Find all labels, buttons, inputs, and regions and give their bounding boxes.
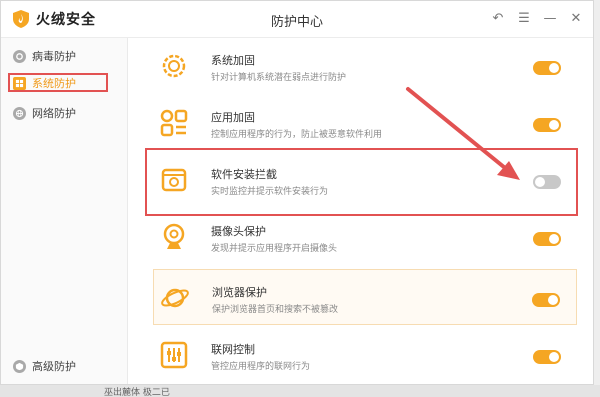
webcam-icon: [163, 223, 185, 249]
feature-title: 应用加固: [211, 111, 255, 124]
sidebar-item-network-protection[interactable]: 网络防护: [13, 103, 76, 123]
feature-description: 发现并提示应用程序开启摄像头: [211, 244, 338, 254]
sidebar-item-label: 网络防护: [32, 107, 76, 120]
network-control-toggle[interactable]: [533, 350, 561, 364]
feature-title: 联网控制: [211, 343, 255, 356]
feature-description: 保护浏览器首页和搜索不被篡改: [212, 305, 339, 315]
feature-description: 管控应用程序的联网行为: [211, 362, 311, 372]
sidebar-item-label: 病毒防护: [32, 50, 76, 63]
sidebar-item-virus-protection[interactable]: 病毒防护: [13, 46, 76, 66]
app-grid-icon: [160, 109, 188, 137]
feature-row-system-hardening: 系统加固 针对计算机系统潜在弱点进行防护: [153, 38, 577, 94]
feature-title: 浏览器保护: [212, 286, 267, 299]
sliders-icon: [160, 341, 188, 369]
sidebar-item-label: 高级防护: [32, 360, 76, 373]
feature-description: 控制应用程序的行为，防止被恶意软件利用: [211, 130, 383, 140]
feature-row-browser-protection: 浏览器保护 保护浏览器首页和搜索不被篡改: [153, 269, 577, 325]
app-hardening-toggle[interactable]: [533, 118, 561, 132]
feature-title: 系统加固: [211, 54, 255, 67]
feature-row-app-hardening: 应用加固 控制应用程序的行为，防止被恶意软件利用: [153, 95, 577, 151]
back-arrow-icon[interactable]: ↶: [487, 7, 509, 29]
taskbar-text: 巫出麓体 极二已: [104, 388, 170, 397]
feature-row-network-control: 联网控制 管控应用程序的联网行为: [153, 327, 577, 383]
webcam-protection-toggle[interactable]: [533, 232, 561, 246]
advanced-protect-icon: [13, 359, 26, 373]
window-controls: ↶ ☰ — ✕: [487, 7, 587, 29]
feature-row-webcam-protection: 摄像头保护 发现并提示应用程序开启摄像头: [153, 209, 577, 265]
sidebar-item-advanced-protection[interactable]: 高级防护: [13, 356, 76, 376]
system-hardening-toggle[interactable]: [533, 61, 561, 75]
feature-description: 针对计算机系统潜在弱点进行防护: [211, 73, 347, 83]
globe-icon: [13, 106, 26, 120]
menu-icon[interactable]: ☰: [513, 7, 535, 29]
shield-virus-icon: [13, 49, 26, 63]
annotation-highlight-box: [145, 148, 578, 216]
browser-protection-toggle[interactable]: [532, 293, 560, 307]
feature-title: 摄像头保护: [211, 225, 266, 238]
gear-shield-icon: [162, 54, 186, 78]
annotation-highlight-box: [8, 73, 108, 92]
close-icon[interactable]: ✕: [565, 7, 587, 29]
minimize-icon[interactable]: —: [539, 7, 561, 29]
title-bar: 火绒安全 防护中心 ↶ ☰ — ✕: [1, 1, 593, 38]
sidebar: 病毒防护 系统防护 网络防护 高级防护: [1, 38, 128, 384]
taskbar-strip: 巫出麓体 极二已: [0, 385, 600, 397]
planet-icon: [161, 288, 189, 308]
